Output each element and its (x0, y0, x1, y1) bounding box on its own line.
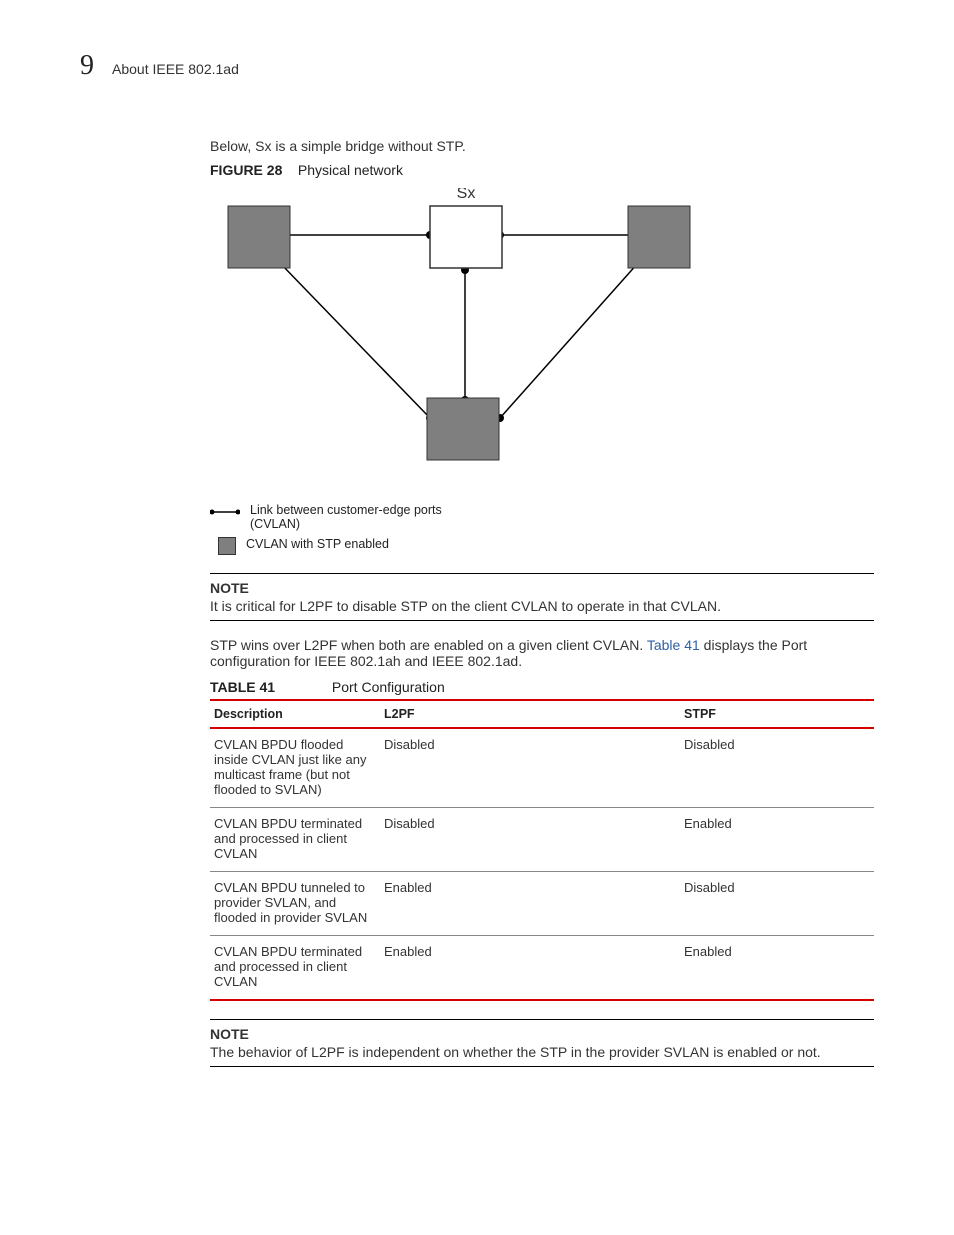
para-2-pre: STP wins over L2PF when both are enabled… (210, 637, 647, 653)
legend-line-text: Link between customer-edge ports (CVLAN) (250, 503, 450, 531)
note-2-text: The behavior of L2PF is independent on w… (210, 1044, 874, 1060)
table-row: CVLAN BPDU tunneled to provider SVLAN, a… (210, 872, 874, 936)
th-l2pf: L2PF (380, 700, 680, 728)
cell-desc: CVLAN BPDU terminated and processed in c… (210, 936, 380, 1001)
cell-l2pf: Enabled (380, 936, 680, 1001)
table-row: CVLAN BPDU flooded inside CVLAN just lik… (210, 728, 874, 808)
diagram-sx-label: Sx (457, 188, 476, 202)
note-1-text: It is critical for L2PF to disable STP o… (210, 598, 874, 614)
network-diagram: Sx Link between customer-edge ports (CVL… (210, 188, 874, 555)
cell-stpf: Enabled (680, 936, 874, 1001)
table-row: CVLAN BPDU terminated and processed in c… (210, 808, 874, 872)
cell-l2pf: Enabled (380, 872, 680, 936)
cell-stpf: Disabled (680, 728, 874, 808)
table-41-link[interactable]: Table 41 (647, 637, 700, 653)
figure-caption-text: Physical network (298, 162, 403, 178)
cell-stpf: Enabled (680, 808, 874, 872)
th-description: Description (210, 700, 380, 728)
th-stpf: STPF (680, 700, 874, 728)
cell-desc: CVLAN BPDU flooded inside CVLAN just lik… (210, 728, 380, 808)
cell-l2pf: Disabled (380, 728, 680, 808)
table-caption: TABLE 41 Port Configuration (210, 679, 874, 695)
chapter-number: 9 (80, 50, 94, 82)
note-2: NOTE The behavior of L2PF is independent… (210, 1019, 874, 1067)
legend-square-text: CVLAN with STP enabled (246, 537, 389, 551)
diagram-legend: Link between customer-edge ports (CVLAN)… (210, 503, 874, 555)
table-caption-text: Port Configuration (332, 679, 445, 695)
cell-stpf: Disabled (680, 872, 874, 936)
figure-label: FIGURE 28 (210, 162, 282, 178)
figure-caption: FIGURE 28 Physical network (210, 162, 874, 178)
cell-l2pf: Disabled (380, 808, 680, 872)
note-1-label: NOTE (210, 580, 874, 596)
note-1: NOTE It is critical for L2PF to disable … (210, 573, 874, 621)
cell-desc: CVLAN BPDU terminated and processed in c… (210, 808, 380, 872)
port-config-table: Description L2PF STPF CVLAN BPDU flooded… (210, 699, 874, 1001)
note-2-label: NOTE (210, 1026, 874, 1042)
para-2: STP wins over L2PF when both are enabled… (210, 637, 874, 669)
table-label: TABLE 41 (210, 679, 328, 695)
table-row: CVLAN BPDU terminated and processed in c… (210, 936, 874, 1001)
header-title: About IEEE 802.1ad (112, 61, 239, 77)
intro-text: Below, Sx is a simple bridge without STP… (210, 138, 874, 154)
cell-desc: CVLAN BPDU tunneled to provider SVLAN, a… (210, 872, 380, 936)
page-header: 9 About IEEE 802.1ad (80, 50, 874, 82)
legend-square-icon (218, 537, 236, 555)
legend-line-icon (210, 507, 240, 517)
